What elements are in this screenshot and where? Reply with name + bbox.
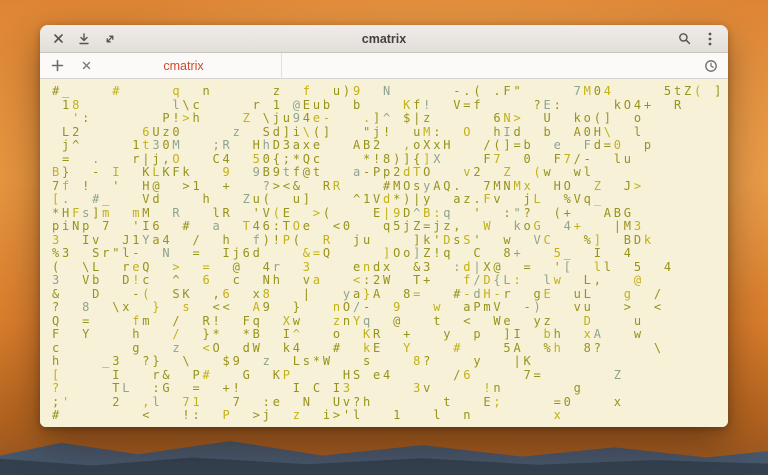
download-button[interactable]: [74, 29, 94, 49]
menu-button[interactable]: [700, 29, 720, 49]
close-tab-button[interactable]: [78, 58, 94, 74]
terminal-window: cmatrix cmatrix #_ # q n z f u)9 N -.(.…: [40, 25, 728, 427]
desktop-background: cmatrix cmatrix #_ # q n z f u)9 N -.(.…: [0, 0, 768, 475]
fullscreen-button[interactable]: [100, 29, 120, 49]
headerbar-actions: [674, 29, 720, 49]
close-window-button[interactable]: [48, 29, 68, 49]
window-title: cmatrix: [361, 31, 407, 46]
plus-icon: [51, 59, 64, 72]
fullscreen-icon: [104, 33, 116, 45]
terminal-screen[interactable]: #_ # q n z f u)9 N -.( .F" 7M04 5tZ( ] 1…: [40, 79, 728, 427]
session-timer-button[interactable]: [700, 55, 722, 77]
clock-icon: [704, 59, 718, 73]
new-tab-button[interactable]: [46, 55, 68, 77]
close-icon: [53, 33, 64, 44]
menu-dots-icon: [708, 32, 712, 46]
tab-cmatrix[interactable]: cmatrix: [70, 53, 282, 78]
tab-label: cmatrix: [163, 58, 204, 73]
search-icon: [678, 32, 691, 45]
window-controls: [48, 29, 120, 49]
search-button[interactable]: [674, 29, 694, 49]
tab-bar: cmatrix: [40, 53, 728, 79]
window-headerbar: cmatrix: [40, 25, 728, 53]
download-icon: [78, 32, 90, 45]
close-icon: [82, 61, 91, 70]
